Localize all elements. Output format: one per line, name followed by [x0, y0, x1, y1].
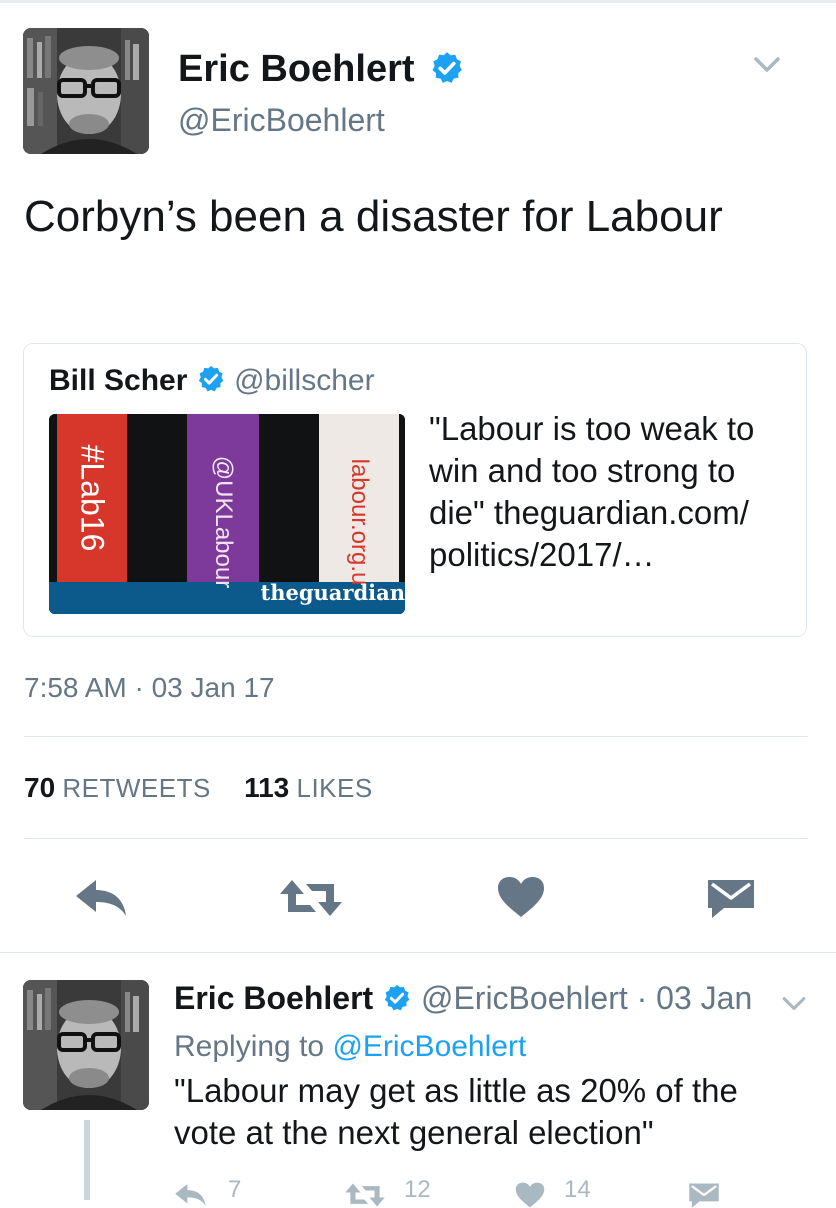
guardian-watermark: theguardian [260, 580, 406, 605]
message-icon[interactable] [706, 878, 756, 918]
likes-label[interactable]: LIKES [296, 773, 372, 803]
quoted-author-name: Bill Scher [49, 364, 188, 397]
retweet-icon[interactable] [278, 878, 344, 918]
quoted-author-handle: @billscher [234, 364, 375, 397]
divider [24, 838, 808, 839]
author-name[interactable]: Eric Boehlert [178, 48, 465, 91]
quoted-tweet-card[interactable]: Bill Scher @billscher #Lab16 @UKLabour l… [23, 343, 807, 637]
verified-badge-icon [432, 52, 462, 83]
chevron-down-icon[interactable] [753, 56, 781, 74]
banner-middle-text: @UKLabour [210, 455, 237, 589]
tweet-stats: 70 RETWEETS 113 LIKES [24, 772, 399, 804]
retweets-count[interactable]: 70 [24, 772, 55, 803]
verified-badge-icon [384, 984, 410, 1010]
retweet-icon[interactable] [344, 1182, 386, 1208]
banner-right-text: labour.org.u [346, 458, 373, 586]
message-icon[interactable] [688, 1182, 720, 1208]
tweet-text: Corbyn’s been a disaster for Labour [24, 192, 723, 241]
reply-header: Eric Boehlert @EricBoehlert · 03 Jan [174, 980, 752, 1017]
heart-icon[interactable] [515, 1182, 545, 1208]
reply-author-name[interactable]: Eric Boehlert [174, 980, 373, 1016]
author-name-text: Eric Boehlert [178, 48, 415, 90]
likes-count[interactable]: 113 [244, 772, 289, 803]
author-avatar[interactable] [23, 28, 149, 154]
chevron-down-icon[interactable] [781, 996, 807, 1012]
reply-tweet-text: "Labour may get as little as 20% of the … [174, 1072, 738, 1151]
quoted-tweet-header: Bill Scher @billscher [49, 364, 375, 398]
tweet-timestamp[interactable]: 7:58 AM · 03 Jan 17 [24, 672, 275, 704]
reply-author-avatar[interactable] [23, 980, 149, 1110]
replying-prefix: Replying to [174, 1030, 325, 1063]
thread-connector [84, 1120, 90, 1200]
reply-icon[interactable] [74, 878, 130, 918]
quoted-tweet-text: "Labour is too weak to win and too stron… [429, 410, 755, 573]
heart-icon[interactable] [497, 876, 545, 918]
top-divider [0, 0, 836, 3]
banner-left-text: #Lab16 [74, 444, 111, 552]
reply-icon[interactable] [174, 1182, 208, 1208]
divider [0, 952, 836, 953]
quoted-tweet-image[interactable]: #Lab16 @UKLabour labour.org.u theguardia… [49, 414, 405, 614]
replying-to: Replying to @EricBoehlert [174, 1030, 526, 1064]
author-handle[interactable]: @EricBoehlert [178, 102, 385, 139]
divider [24, 736, 808, 737]
replying-handle-link[interactable]: @EricBoehlert [332, 1030, 526, 1063]
reply-author-handle-date[interactable]: @EricBoehlert · 03 Jan [421, 980, 752, 1016]
verified-badge-icon [198, 365, 224, 392]
retweets-label[interactable]: RETWEETS [62, 773, 210, 803]
